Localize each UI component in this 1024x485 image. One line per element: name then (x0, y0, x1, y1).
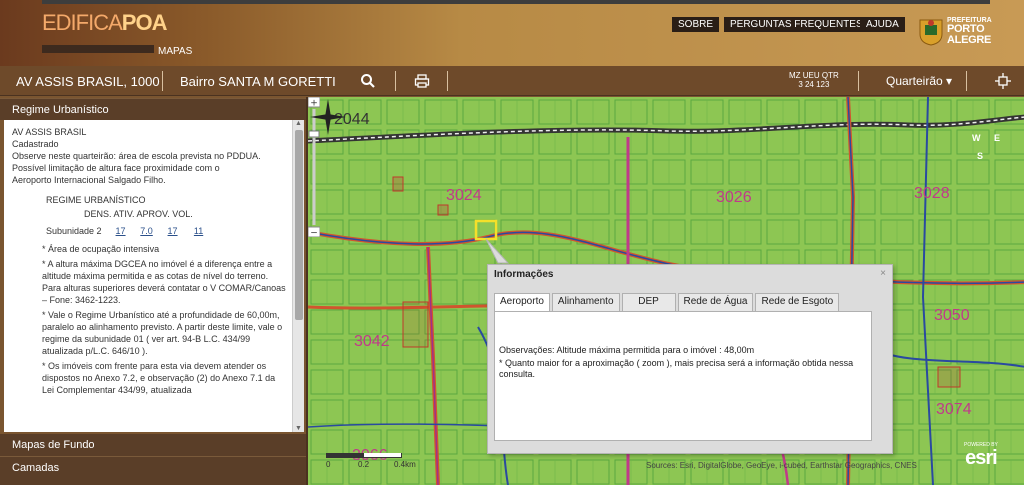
scale-bar-graphic (326, 453, 402, 458)
info-popup: Informações × Aeroporto Alinhamento DEP … (487, 264, 893, 454)
block-label-3028: 3028 (914, 185, 950, 202)
divider (858, 71, 859, 91)
panel-line: Possível limitação de altura face proxim… (12, 163, 220, 173)
ru-title: REGIME URBANÍSTICO (46, 195, 146, 205)
app-subtitle: MAPAS (158, 46, 193, 57)
panel-note: * Vale o Regime Urbanístico até a profun… (42, 310, 283, 356)
ru-row: Subunidade 2 17 7.0 17 11 (46, 225, 286, 237)
ru-aprov-link[interactable]: 17 (160, 225, 186, 237)
block-label-3074: 3074 (936, 401, 972, 418)
bairro-text[interactable]: Bairro SANTA M GORETTI (180, 74, 336, 89)
panel-note: * Os imóveis com frente para esta via de… (42, 361, 276, 395)
scale-bar: 0 0.2 0.4km (326, 453, 416, 469)
map-attribution: Sources: Esri, DigitalGlobe, GeoEye, i-c… (646, 461, 917, 470)
zone-values: 3 24 123 (798, 80, 830, 89)
panel-note: * Área de ocupação intensiva (42, 244, 160, 254)
divider (447, 71, 448, 91)
zone-indicator: MZ UEU QTR 3 24 123 (789, 71, 839, 89)
ru-dens-link[interactable]: 17 (108, 225, 134, 237)
tab-rede-de-esgoto[interactable]: Rede de Esgoto (755, 293, 840, 311)
scale-label: 0.4km (394, 460, 416, 469)
block-label-3050: 3050 (934, 307, 970, 324)
divider (162, 71, 163, 91)
camadas-header[interactable]: Camadas (0, 456, 306, 485)
app-logo[interactable]: EDIFICAPOA (42, 10, 168, 36)
esri-logo-text: esri (965, 447, 998, 469)
scroll-up-arrow-icon[interactable]: ▲ (295, 120, 302, 127)
pref-big-text-2: ALEGRE (947, 34, 992, 46)
esri-logo[interactable]: POWERED BY esri (964, 443, 998, 469)
print-icon[interactable] (414, 73, 430, 89)
popup-title: Informações (494, 269, 554, 280)
compass-rose-icon: N (310, 99, 346, 135)
mapas-de-fundo-header[interactable]: Mapas de Fundo (0, 434, 306, 456)
close-icon[interactable]: × (880, 268, 886, 279)
locate-crosshair-icon[interactable] (995, 73, 1011, 89)
panel-line: Observe neste quarteirão: área de escola… (12, 151, 261, 161)
compass-e-label: E (994, 133, 1001, 143)
nav-faq-button[interactable]: PERGUNTAS FREQUENTES (724, 17, 869, 32)
logo-part1: EDIFICA (42, 10, 123, 35)
divider (395, 71, 396, 91)
popup-tabs: Aeroporto Alinhamento DEP Rede de Água R… (494, 293, 841, 312)
regime-table: REGIME URBANÍSTICO DENS. ATIV. APROV. VO… (46, 194, 286, 237)
scroll-down-arrow-icon[interactable]: ▼ (295, 425, 302, 432)
block-label-3026: 3026 (716, 189, 752, 206)
zone-labels: MZ UEU QTR (789, 71, 839, 80)
ru-ativ-link[interactable]: 7.0 (134, 225, 160, 237)
block-label-3024: 3024 (446, 187, 482, 204)
prefeitura-logo[interactable]: PREFEITURA PORTO ALEGRE (947, 17, 992, 46)
tab-alinhamento[interactable]: Alinhamento (551, 293, 620, 311)
tab-dep[interactable]: DEP (621, 293, 676, 311)
tab-rede-de-agua[interactable]: Rede de Água (677, 293, 754, 311)
tab-aeroporto[interactable]: Aeroporto (494, 293, 550, 312)
panel-line: Aeroporto Internacional Salgado Filho. (12, 175, 166, 185)
regime-urbanistico-panel: AV ASSIS BRASIL Cadastrado Observe neste… (4, 120, 294, 432)
regime-urbanistico-header[interactable]: Regime Urbanístico (0, 98, 306, 120)
popup-note: * Quanto maior for a aproximação ( zoom … (499, 358, 854, 379)
scale-label: 0.2 (358, 460, 370, 469)
search-icon[interactable] (360, 73, 376, 89)
address-text[interactable]: AV ASSIS BRASIL, 1000 (16, 74, 160, 89)
svg-text:−: − (310, 229, 318, 238)
compass-w-label: W (972, 133, 981, 143)
scale-label: 0 (326, 460, 331, 469)
panel-line: AV ASSIS BRASIL (12, 127, 87, 137)
popup-content: Observações: Altitude máxima permitida p… (494, 311, 872, 441)
address-bar: AV ASSIS BRASIL, 1000 Bairro SANTA M GOR… (0, 66, 1024, 96)
ru-vol-link[interactable]: 11 (186, 225, 212, 237)
nav-ajuda-button[interactable]: AJUDA (860, 17, 905, 32)
divider (966, 71, 967, 91)
panel-line: Cadastrado (12, 139, 59, 149)
ru-sub-label: Subunidade 2 (46, 226, 102, 236)
porto-alegre-seal-icon (919, 19, 943, 46)
logo-part2: POA (121, 10, 168, 35)
panel-note: * A altura máxima DGCEA no imóvel é a di… (42, 259, 286, 305)
popup-observacao: Observações: Altitude máxima permitida p… (499, 345, 755, 355)
app-header: EDIFICAPOA MAPAS SOBRE PERGUNTAS FREQUEN… (0, 0, 1024, 66)
block-label-3042: 3042 (354, 333, 390, 350)
nav-sobre-button[interactable]: SOBRE (672, 17, 720, 32)
panel-scroll-thumb[interactable] (295, 130, 303, 320)
quarteirao-dropdown[interactable]: Quarteirão ▾ (886, 74, 952, 88)
logo-underline-bar (42, 45, 154, 53)
compass-s-label: S (977, 151, 984, 161)
header-top-strip (42, 0, 990, 4)
ru-headers: DENS. ATIV. APROV. VOL. (84, 209, 193, 219)
panel-scrollbar[interactable]: ▲ ▼ (292, 120, 304, 432)
